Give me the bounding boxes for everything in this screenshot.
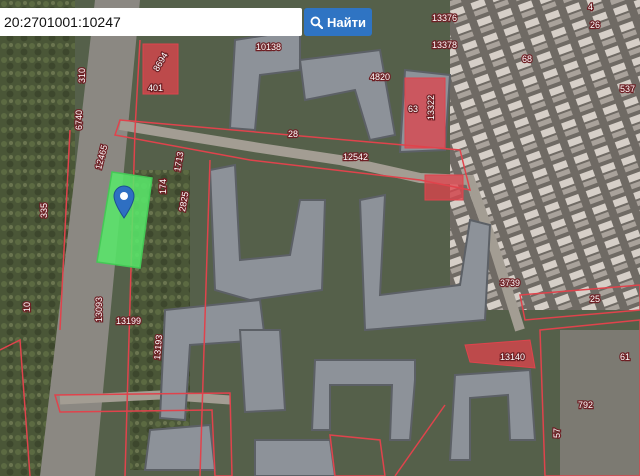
parcel-label: 13093 — [94, 297, 104, 322]
parcel-label: 28 — [288, 129, 298, 139]
search-button-label: Найти — [327, 14, 366, 30]
parcel-label: 10138 — [256, 42, 281, 52]
parcel-label: 13376 — [432, 13, 457, 23]
satellite-map[interactable]: 13376 13378 10138 4820 63 13322 8694 401… — [0, 0, 640, 476]
parcel-label: 10 — [22, 302, 32, 312]
parcel-label: 4820 — [370, 72, 390, 82]
parcel-label: 12542 — [343, 152, 368, 162]
search-bar: Найти — [0, 8, 372, 36]
parcel-label: 401 — [148, 83, 163, 93]
parcel-label: 13378 — [432, 40, 457, 50]
parcel-label: 310 — [77, 68, 87, 83]
parcel-label: 68 — [522, 54, 532, 64]
parcel-label: 174 — [158, 179, 168, 194]
parcel-label: 6740 — [74, 110, 84, 130]
parcel-label: 335 — [39, 203, 49, 218]
parcel-label: 792 — [578, 400, 593, 410]
parcel-label: 13199 — [116, 316, 141, 326]
parcel-label: 26 — [590, 20, 600, 30]
parcel-label: 13140 — [500, 352, 525, 362]
parcel-label: 537 — [620, 84, 635, 94]
parcel-label: 63 — [408, 104, 418, 114]
search-icon — [310, 16, 324, 29]
search-button[interactable]: Найти — [304, 8, 372, 36]
south-road — [59, 390, 231, 405]
parcel-label: 57 — [552, 428, 562, 438]
parcel-label: 25 — [590, 294, 600, 304]
parcel-label: 4 — [588, 2, 593, 12]
parcel-label: 61 — [620, 352, 630, 362]
parcel-label: 13322 — [426, 95, 436, 120]
parcel-label: 3739 — [500, 278, 520, 288]
search-input[interactable] — [0, 8, 302, 36]
